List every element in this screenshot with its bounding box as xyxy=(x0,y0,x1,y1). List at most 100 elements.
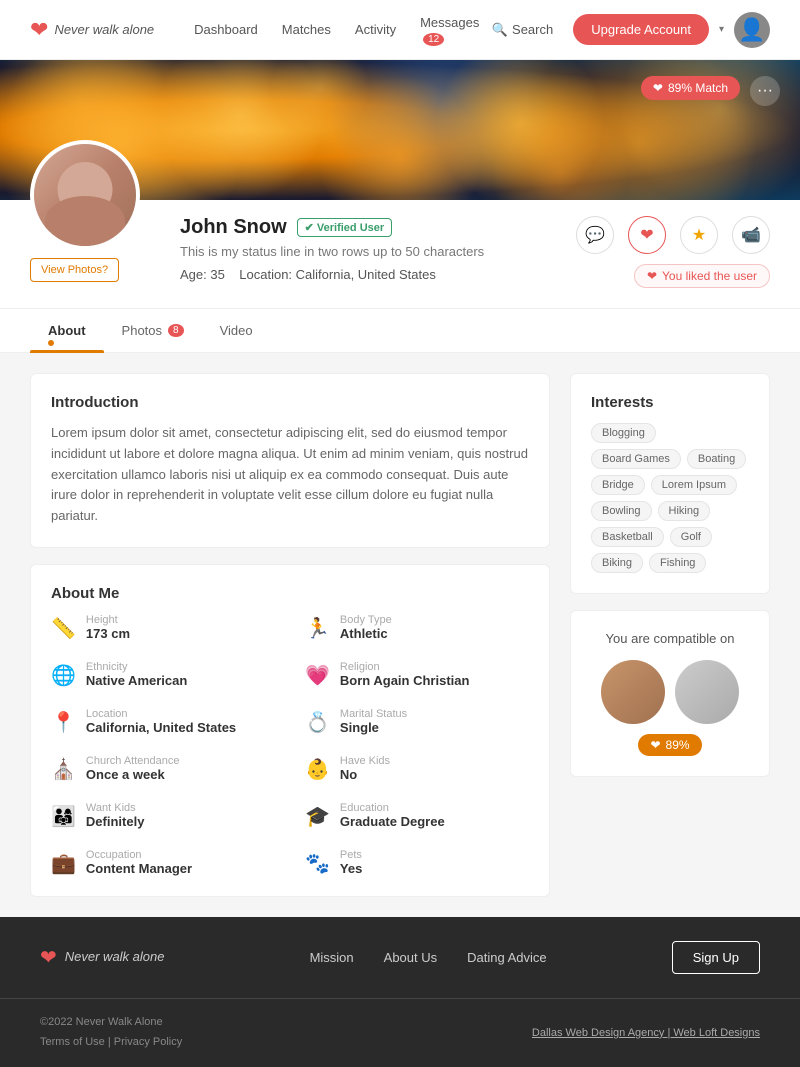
view-photos-button[interactable]: View Photos? xyxy=(30,258,119,282)
interest-tag: Biking xyxy=(591,553,643,573)
about-me-title: About Me xyxy=(51,585,529,602)
about-item-icon: 🎓 xyxy=(305,804,330,829)
interest-tag: Bridge xyxy=(591,475,645,495)
about-item-icon: 👨‍👩‍👧 xyxy=(51,804,76,829)
about-item-value: Content Manager xyxy=(86,861,192,876)
nav-activity[interactable]: Activity xyxy=(355,22,396,37)
interests-title: Interests xyxy=(591,394,749,411)
user-avatar[interactable]: 👤 xyxy=(734,12,770,48)
about-item-value: Yes xyxy=(340,861,362,876)
about-me-item: 📏 Height 173 cm xyxy=(51,614,275,641)
about-item-label: Church Attendance xyxy=(86,755,180,767)
about-item-value: Definitely xyxy=(86,814,145,829)
about-item-value: California, United States xyxy=(86,720,236,735)
video-button[interactable]: 📹 xyxy=(732,216,770,254)
like-button[interactable]: ❤ xyxy=(628,216,666,254)
about-item-value: Athletic xyxy=(340,626,392,641)
nav-messages[interactable]: Messages 12 xyxy=(420,15,492,45)
footer-links: Mission About Us Dating Advice xyxy=(224,950,631,965)
about-me-item: 🎓 Education Graduate Degree xyxy=(305,802,529,829)
footer-bottom: ©2022 Never Walk Alone Terms of Use | Pr… xyxy=(0,998,800,1067)
about-item-label: Pets xyxy=(340,849,362,861)
profile-actions: 💬 ❤ ★ 📹 ❤ You liked the user xyxy=(576,216,770,288)
profile-name-row: John Snow ✔ Verified User xyxy=(180,216,484,239)
about-item-label: Occupation xyxy=(86,849,192,861)
about-me-grid: 📏 Height 173 cm 🏃 Body Type Athletic 🌐 E… xyxy=(51,614,529,876)
about-me-card: About Me 📏 Height 173 cm 🏃 Body Type Ath… xyxy=(30,564,550,897)
liked-label: ❤ You liked the user xyxy=(634,264,770,288)
interest-tag: Golf xyxy=(670,527,712,547)
about-item-label: Ethnicity xyxy=(86,661,187,673)
footer-copyright: ©2022 Never Walk Alone Terms of Use | Pr… xyxy=(40,1013,182,1053)
about-item-label: Religion xyxy=(340,661,470,673)
about-item-icon: ⛪ xyxy=(51,757,76,782)
tab-video[interactable]: Video xyxy=(202,309,271,352)
verified-badge: ✔ Verified User xyxy=(297,218,392,237)
about-me-item: 💗 Religion Born Again Christian xyxy=(305,661,529,688)
interest-tag: Board Games xyxy=(591,449,681,469)
footer-dating-advice-link[interactable]: Dating Advice xyxy=(467,950,547,965)
interest-tag: Boating xyxy=(687,449,746,469)
interest-tag: Hiking xyxy=(658,501,711,521)
main-content: Introduction Lorem ipsum dolor sit amet,… xyxy=(0,353,800,917)
about-me-item: ⛪ Church Attendance Once a week xyxy=(51,755,275,782)
search-icon: 🔍 xyxy=(492,22,508,38)
about-item-value: Single xyxy=(340,720,407,735)
about-item-label: Body Type xyxy=(340,614,392,626)
navbar: ❤ Never walk alone Dashboard Matches Act… xyxy=(0,0,800,60)
about-item-label: Education xyxy=(340,802,445,814)
message-button[interactable]: 💬 xyxy=(576,216,614,254)
left-column: Introduction Lorem ipsum dolor sit amet,… xyxy=(30,373,550,897)
like-icon: ❤ xyxy=(647,269,657,283)
logo-text: Never walk alone xyxy=(54,22,154,38)
profile-avatar-wrap: View Photos? xyxy=(30,140,140,282)
checkmark-icon: ✔ xyxy=(305,221,314,234)
footer-mission-link[interactable]: Mission xyxy=(310,950,354,965)
profile-meta: Age: 35 Location: California, United Sta… xyxy=(180,267,484,282)
about-item-icon: 🐾 xyxy=(305,851,330,876)
footer-about-link[interactable]: About Us xyxy=(384,950,437,965)
profile-avatar xyxy=(30,140,140,250)
more-options-button[interactable]: ··· xyxy=(750,76,780,106)
introduction-text: Lorem ipsum dolor sit amet, consectetur … xyxy=(51,423,529,527)
footer-brand-name: Never walk alone xyxy=(65,949,165,966)
about-me-item: 💼 Occupation Content Manager xyxy=(51,849,275,876)
nav-dashboard[interactable]: Dashboard xyxy=(194,22,258,37)
chevron-down-icon[interactable]: ▾ xyxy=(719,24,724,35)
tabs-bar: About Photos 8 Video xyxy=(0,309,800,353)
profile-header: View Photos? John Snow ✔ Verified User T… xyxy=(0,200,800,309)
footer-credit: Dallas Web Design Agency | Web Loft Desi… xyxy=(532,1027,760,1039)
interest-tag: Fishing xyxy=(649,553,706,573)
compatible-avatars xyxy=(591,660,749,724)
about-item-label: Have Kids xyxy=(340,755,390,767)
compatible-card: You are compatible on ❤ 89% xyxy=(570,610,770,777)
about-item-value: No xyxy=(340,767,390,782)
interest-tag: Blogging xyxy=(591,423,656,443)
about-item-label: Want Kids xyxy=(86,802,145,814)
footer: ❤ Never walk alone Mission About Us Dati… xyxy=(0,917,800,1067)
about-item-label: Marital Status xyxy=(340,708,407,720)
compatible-avatar-match xyxy=(675,660,739,724)
upgrade-button[interactable]: Upgrade Account xyxy=(573,14,709,45)
about-me-item: 🏃 Body Type Athletic xyxy=(305,614,529,641)
footer-signup-button[interactable]: Sign Up xyxy=(672,941,760,974)
search-button[interactable]: 🔍 Search xyxy=(492,22,553,38)
about-me-item: 👶 Have Kids No xyxy=(305,755,529,782)
about-item-icon: 👶 xyxy=(305,757,330,782)
about-item-value: Once a week xyxy=(86,767,180,782)
about-me-item: 🌐 Ethnicity Native American xyxy=(51,661,275,688)
about-item-value: Graduate Degree xyxy=(340,814,445,829)
nav-matches[interactable]: Matches xyxy=(282,22,331,37)
nav-links: Dashboard Matches Activity Messages 12 xyxy=(194,15,492,45)
tab-active-indicator xyxy=(48,340,54,346)
right-column: Interests Blogging Board Games Boating Brid… xyxy=(570,373,770,897)
navbar-right: Upgrade Account ▾ 👤 xyxy=(573,12,770,48)
logo-heart-icon: ❤ xyxy=(30,17,48,43)
profile-info: John Snow ✔ Verified User This is my sta… xyxy=(180,200,770,288)
tab-photos[interactable]: Photos 8 xyxy=(104,309,202,352)
logo-link[interactable]: ❤ Never walk alone xyxy=(30,17,154,43)
tab-about[interactable]: About xyxy=(30,309,104,352)
favorite-button[interactable]: ★ xyxy=(680,216,718,254)
messages-badge: 12 xyxy=(423,33,444,46)
about-me-item: 📍 Location California, United States xyxy=(51,708,275,735)
